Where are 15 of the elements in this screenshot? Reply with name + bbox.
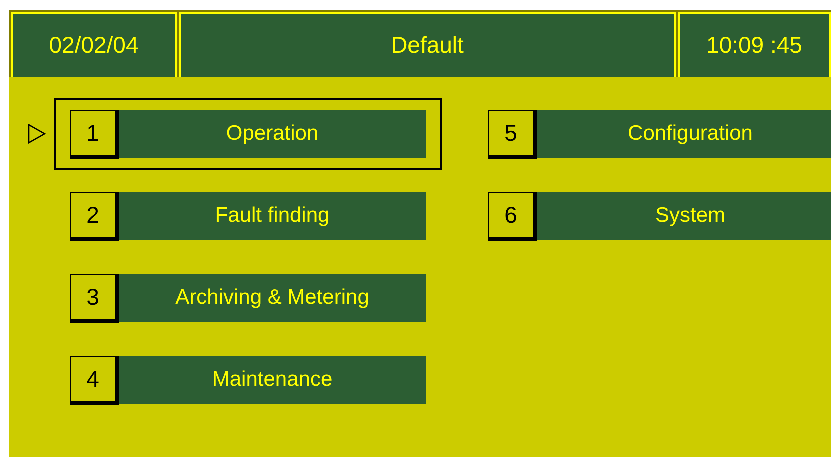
menu-button[interactable]: System (537, 192, 831, 240)
screen-title: Default (179, 12, 676, 77)
time-display: 10:09 :45 (678, 12, 831, 77)
menu-number-key[interactable]: 3 (70, 274, 119, 323)
menu-number-key[interactable]: 2 (70, 192, 119, 241)
menu-button[interactable]: Maintenance (119, 356, 426, 404)
menu-button[interactable]: Fault finding (119, 192, 426, 240)
menu-number-key[interactable]: 6 (488, 192, 537, 241)
menu-button[interactable]: Archiving & Metering (119, 274, 426, 322)
menu-number-key[interactable]: 4 (70, 356, 119, 405)
menu-number-key[interactable]: 5 (488, 110, 537, 159)
menu-button[interactable]: Configuration (537, 110, 831, 158)
menu-number-key[interactable]: 1 (70, 110, 119, 159)
date-display: 02/02/04 (11, 12, 177, 77)
menu-button[interactable]: Operation (119, 110, 426, 158)
